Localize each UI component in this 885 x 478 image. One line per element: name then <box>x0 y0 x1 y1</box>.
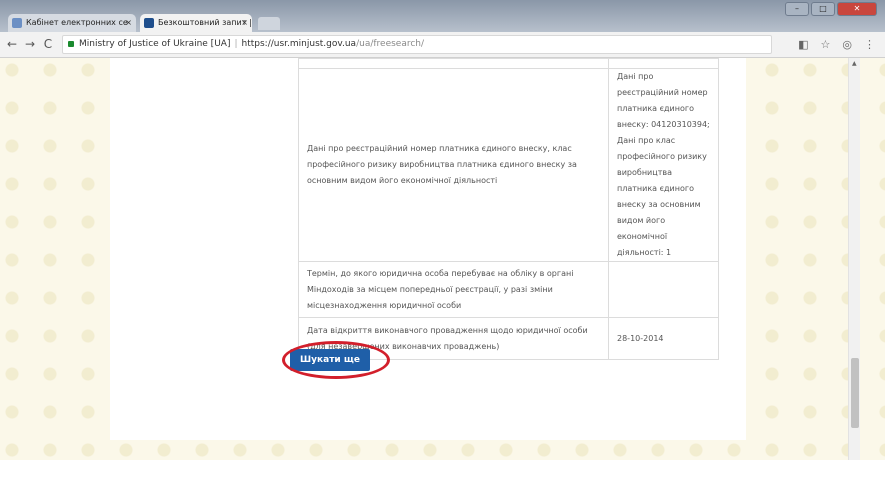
reload-icon[interactable]: C <box>40 37 56 51</box>
row-value <box>608 261 719 318</box>
tab-label: Безкоштовний запит | М <box>158 18 252 27</box>
forward-icon[interactable]: → <box>22 37 38 51</box>
vertical-scrollbar[interactable]: ▲ <box>848 58 860 460</box>
url-host: https://usr.minjust.gov.ua <box>241 39 357 49</box>
minimize-button[interactable]: – <box>785 2 809 16</box>
maximize-button[interactable]: □ <box>811 2 835 16</box>
back-icon[interactable]: ← <box>4 37 20 51</box>
menu-icon[interactable]: ⋮ <box>864 38 875 51</box>
extension-icon[interactable]: ◎ <box>842 38 852 51</box>
toolbar-icons: ◧ ☆ ◎ ⋮ <box>798 38 875 51</box>
tab-close-icon[interactable]: × <box>125 14 132 32</box>
url-input[interactable]: Ministry of Justice of Ukraine [UA] | http… <box>62 35 772 54</box>
page-footer-area <box>0 460 885 478</box>
table-row <box>298 58 719 69</box>
lock-icon <box>68 41 74 47</box>
site-identity: Ministry of Justice of Ukraine [UA] <box>79 39 231 49</box>
browser-tab-bar: Кабінет електронних се × Безкоштовний за… <box>0 0 885 32</box>
minjust-favicon-icon <box>144 18 154 28</box>
bookmark-star-icon[interactable]: ☆ <box>821 38 831 51</box>
row-label: Дані про реєстраційний номер платника єд… <box>298 68 609 262</box>
tab-close-icon[interactable]: × <box>241 14 248 32</box>
translate-icon[interactable]: ◧ <box>798 38 808 51</box>
row-label: Термін, до якого юридична особа перебува… <box>298 261 609 318</box>
table-row: Термін, до якого юридична особа перебува… <box>298 261 719 318</box>
page-viewport: Дані про реєстраційний номер платника єд… <box>0 58 885 478</box>
registry-details-table: Дані про реєстраційний номер платника єд… <box>298 58 719 360</box>
row-value: Дані про реєстраційний номер платника єд… <box>608 68 719 262</box>
close-window-button[interactable]: ✕ <box>837 2 877 16</box>
table-row: Дані про реєстраційний номер платника єд… <box>298 68 719 262</box>
url-path: /ua/freesearch/ <box>356 39 425 49</box>
window-controls: – □ ✕ <box>785 2 877 16</box>
new-tab-button[interactable] <box>258 17 280 30</box>
row-value: 28-10-2014 <box>608 317 719 360</box>
tab-free-search[interactable]: Безкоштовний запит | М × <box>140 14 252 32</box>
red-highlight-ellipse <box>282 341 390 379</box>
address-bar: ← → C Ministry of Justice of Ukraine [UA… <box>0 32 885 58</box>
tab-label: Кабінет електронних се <box>26 18 128 27</box>
scroll-up-icon[interactable]: ▲ <box>852 60 857 67</box>
cabinet-favicon-icon <box>12 18 22 28</box>
tab-cabinet[interactable]: Кабінет електронних се × <box>8 14 136 32</box>
scroll-thumb[interactable] <box>851 358 859 428</box>
